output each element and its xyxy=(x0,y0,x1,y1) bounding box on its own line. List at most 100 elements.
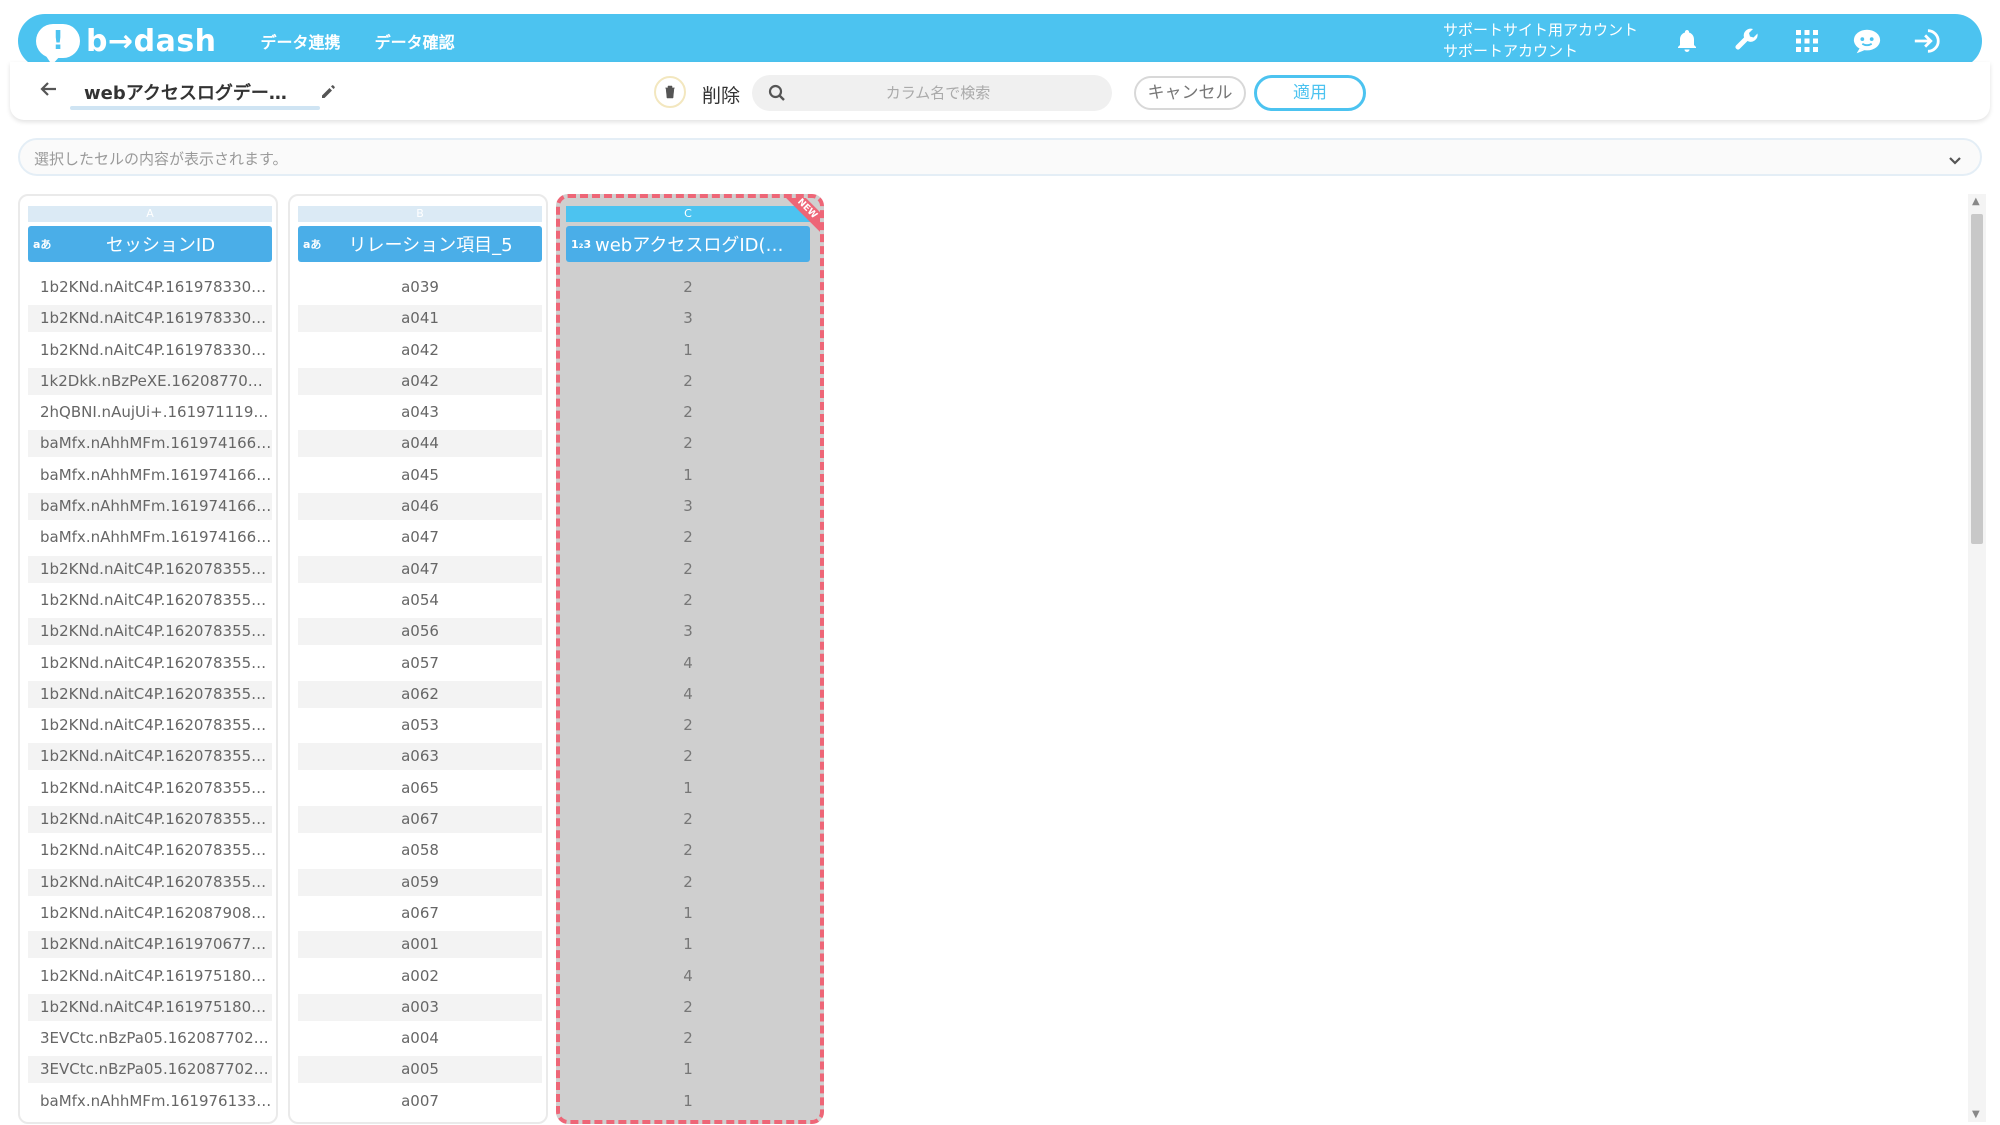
table-cell[interactable]: baMfx.nAhhMFm.161976133… xyxy=(28,1088,272,1115)
table-cell[interactable]: 4 xyxy=(566,963,810,990)
table-cell[interactable]: a054 xyxy=(298,587,542,614)
table-cell[interactable]: 1b2KNd.nAitC4P.161975180… xyxy=(28,963,272,990)
table-cell[interactable]: a047 xyxy=(298,524,542,551)
dataset-name[interactable]: webアクセスログデー… xyxy=(84,79,324,105)
scroll-down-arrow-icon[interactable]: ▼ xyxy=(1972,1109,1980,1120)
table-cell[interactable]: 1b2KNd.nAitC4P.162078355… xyxy=(28,712,272,739)
table-cell[interactable]: baMfx.nAhhMFm.161974166… xyxy=(28,524,272,551)
logout-icon[interactable] xyxy=(1912,26,1942,56)
table-cell[interactable]: a042 xyxy=(298,337,542,364)
table-cell[interactable]: a045 xyxy=(298,462,542,489)
table-cell[interactable]: 1b2KNd.nAitC4P.162078355… xyxy=(28,555,272,583)
table-cell[interactable]: 2 xyxy=(566,556,810,583)
table-cell[interactable]: 2 xyxy=(566,587,810,614)
table-cell[interactable]: 1b2KNd.nAitC4P.161978330… xyxy=(28,274,272,301)
table-cell[interactable]: 3 xyxy=(566,618,810,645)
table-cell[interactable]: 1b2KNd.nAitC4P.162078355… xyxy=(28,806,272,834)
table-cell[interactable]: 1 xyxy=(566,1088,810,1115)
table-cell[interactable]: 1b2KNd.nAitC4P.161970677… xyxy=(28,931,272,959)
delete-button[interactable] xyxy=(654,76,686,108)
table-cell[interactable]: a002 xyxy=(298,963,542,990)
scrollbar-thumb[interactable] xyxy=(1971,214,1983,544)
table-cell[interactable]: 2 xyxy=(566,869,810,896)
table-cell[interactable]: 2 xyxy=(566,743,810,770)
apply-button[interactable]: 適用 xyxy=(1254,75,1366,111)
table-cell[interactable]: 1 xyxy=(566,337,810,364)
table-cell[interactable]: 2hQBNI.nAujUi+.161971119… xyxy=(28,399,272,426)
table-cell[interactable]: 2 xyxy=(566,368,810,395)
table-cell[interactable]: a044 xyxy=(298,430,542,458)
table-cell[interactable]: 3EVCtc.nBzPa05.162087702… xyxy=(28,1025,272,1052)
table-cell[interactable]: 2 xyxy=(566,837,810,864)
table-cell[interactable]: 1k2Dkk.nBzPeXE.162087704… xyxy=(28,367,272,395)
table-cell[interactable]: 1b2KNd.nAitC4P.162078355… xyxy=(28,618,272,646)
table-cell[interactable]: 2 xyxy=(566,806,810,833)
nav-data-integration[interactable]: データ連携 xyxy=(261,29,341,53)
table-cell[interactable]: a005 xyxy=(298,1056,542,1084)
table-cell[interactable]: a047 xyxy=(298,555,542,583)
chevron-down-icon[interactable] xyxy=(1948,151,1962,170)
back-arrow-icon[interactable] xyxy=(40,80,60,100)
table-cell[interactable]: a057 xyxy=(298,650,542,677)
table-cell[interactable]: 2 xyxy=(566,399,810,426)
table-cell[interactable]: 2 xyxy=(566,1025,810,1052)
table-cell[interactable]: 1b2KNd.nAitC4P.162078355… xyxy=(28,837,272,864)
apps-grid-icon[interactable] xyxy=(1792,26,1822,56)
table-cell[interactable]: 1b2KNd.nAitC4P.162078355… xyxy=(28,587,272,614)
table-cell[interactable]: a056 xyxy=(298,618,542,646)
table-cell[interactable]: 3 xyxy=(566,493,810,520)
table-cell[interactable]: a041 xyxy=(298,305,542,333)
table-cell[interactable]: 2 xyxy=(566,524,810,551)
table-cell[interactable]: 1 xyxy=(566,462,810,489)
column-header[interactable]: 1₂3 webアクセスログID(… xyxy=(566,226,810,262)
table-cell[interactable]: a043 xyxy=(298,399,542,426)
column-header[interactable]: aあ リレーション項目_5 xyxy=(298,226,542,262)
vertical-scrollbar[interactable]: ▲ ▼ xyxy=(1968,194,1986,1122)
table-cell[interactable]: a004 xyxy=(298,1025,542,1052)
table-cell[interactable]: 1b2KNd.nAitC4P.162078355… xyxy=(28,650,272,677)
table-cell[interactable]: 4 xyxy=(566,681,810,708)
table-cell[interactable]: 1b2KNd.nAitC4P.161975180… xyxy=(28,993,272,1021)
table-cell[interactable]: a042 xyxy=(298,367,542,395)
table-cell[interactable]: a003 xyxy=(298,993,542,1021)
table-cell[interactable]: 2 xyxy=(566,712,810,739)
pencil-edit-icon[interactable] xyxy=(320,84,336,104)
table-cell[interactable]: a062 xyxy=(298,680,542,708)
table-cell[interactable]: a039 xyxy=(298,274,542,301)
table-cell[interactable]: a058 xyxy=(298,837,542,864)
table-cell[interactable]: a046 xyxy=(298,493,542,521)
bell-icon[interactable] xyxy=(1672,26,1702,56)
table-cell[interactable]: 1b2KNd.nAitC4P.161978330… xyxy=(28,305,272,333)
table-cell[interactable]: 4 xyxy=(566,650,810,677)
table-cell[interactable]: a067 xyxy=(298,900,542,927)
delete-label[interactable]: 削除 xyxy=(702,81,740,108)
column-header[interactable]: aあ セッションID xyxy=(28,226,272,262)
table-cell[interactable]: 1 xyxy=(566,775,810,802)
table-cell[interactable]: 3EVCtc.nBzPa05.162087702… xyxy=(28,1056,272,1084)
cancel-button[interactable]: キャンセル xyxy=(1134,76,1246,110)
app-logo[interactable]: ! b→dash xyxy=(36,24,217,65)
table-cell[interactable]: a063 xyxy=(298,743,542,771)
table-cell[interactable]: a053 xyxy=(298,712,542,739)
table-cell[interactable]: 2 xyxy=(566,274,810,301)
table-cell[interactable]: baMfx.nAhhMFm.161974166… xyxy=(28,430,272,458)
table-cell[interactable]: 1b2KNd.nAitC4P.162078355… xyxy=(28,775,272,802)
cell-content-bar[interactable]: 選択したセルの内容が表示されます。 xyxy=(18,138,1982,176)
column-search-input[interactable] xyxy=(788,75,1088,111)
table-cell[interactable]: a067 xyxy=(298,806,542,834)
table-cell[interactable]: 1b2KNd.nAitC4P.162087908… xyxy=(28,900,272,927)
account-info[interactable]: サポートサイト用アカウント サポートアカウント xyxy=(1443,20,1638,62)
scroll-up-arrow-icon[interactable]: ▲ xyxy=(1972,196,1980,207)
table-cell[interactable]: baMfx.nAhhMFm.161974166… xyxy=(28,462,272,489)
nav-data-check[interactable]: データ確認 xyxy=(375,29,455,53)
table-cell[interactable]: 1b2KNd.nAitC4P.161978330… xyxy=(28,337,272,364)
table-cell[interactable]: 1b2KNd.nAitC4P.162078355… xyxy=(28,868,272,896)
table-cell[interactable]: a001 xyxy=(298,931,542,959)
support-chat-icon[interactable] xyxy=(1852,26,1882,56)
table-cell[interactable]: baMfx.nAhhMFm.161974166… xyxy=(28,493,272,521)
table-cell[interactable]: 3 xyxy=(566,305,810,332)
table-cell[interactable]: 1 xyxy=(566,931,810,958)
table-cell[interactable]: a007 xyxy=(298,1088,542,1115)
table-cell[interactable]: 2 xyxy=(566,430,810,457)
wrench-icon[interactable] xyxy=(1732,26,1762,56)
